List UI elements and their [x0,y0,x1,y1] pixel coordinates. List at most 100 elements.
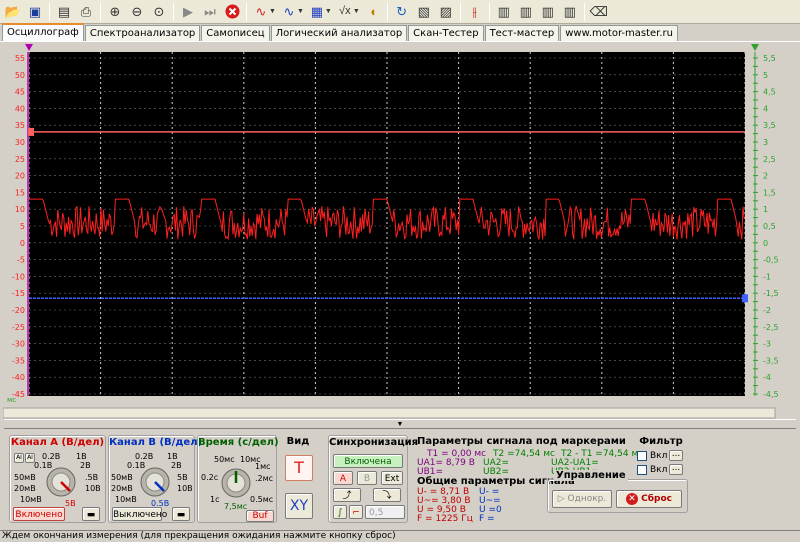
step-icon[interactable]: ⏭ [200,2,220,22]
channel-b-frequency: F = [479,514,495,524]
frame2-icon[interactable]: ▥ [516,2,536,22]
oscilloscope-screen[interactable]: 55 5,550 545 4,540 435 3,530 325 2,520 215 1,510 1… [3,44,796,420]
channel-b-title: Канал B (В/дел) [109,437,203,448]
play-icon[interactable]: ▶ [178,2,198,22]
tab-5[interactable]: Тест-мастер [484,25,560,41]
left-axis-tick-label: -25 [12,323,25,332]
zoom-fit-icon[interactable]: ⊙ [149,2,169,22]
right-axis-tick-label: -1 [763,272,771,281]
filter-b-checkbox[interactable] [637,465,647,475]
tab-4[interactable]: Скан-Тестер [408,25,484,41]
dropdown-arrow-icon[interactable]: ▼ [353,8,360,15]
wave-a-icon[interactable]: ∿ [251,2,271,22]
channel-b-knob[interactable] [139,466,171,498]
save-icon[interactable]: ▣ [25,2,45,22]
toolbar-separator [246,2,247,21]
timebase-group: Время (с/дел) 50мс 10мс 0.2с 1мс .2мс 1с… [197,435,279,523]
marker-icon[interactable]: ⫲ [465,2,485,22]
right-axis-tick-label: -1,5 [763,289,779,298]
channel-b-label: 5В [177,473,188,482]
channel-a-mode-1[interactable]: AI [14,453,24,463]
right-axis-tick-label: 5,5 [763,54,776,63]
zoom-in-icon[interactable]: ⊕ [105,2,125,22]
dropdown-arrow-icon[interactable]: ▼ [325,8,332,15]
open-icon[interactable]: 📂 [3,2,23,22]
timebase-knob[interactable] [220,467,252,499]
channel-a-knob[interactable] [45,466,77,498]
tab-0[interactable]: Осциллограф [2,23,84,41]
falling-edge-button[interactable]: ⤵ [373,488,401,502]
stop-icon[interactable] [222,2,242,22]
sync-source-a-button[interactable]: A [333,471,353,485]
general-params-group: Общие параметры сигнала U- = 8,71 В U~= … [413,476,575,524]
channel-b-minus-button[interactable]: ▬ [172,507,190,521]
frame4-icon[interactable]: ▥ [560,2,580,22]
time-marker-b-icon[interactable] [751,44,759,51]
frame3-icon[interactable]: ▥ [538,2,558,22]
tab-1[interactable]: Спектроанализатор [84,25,201,41]
dropdown-arrow-icon[interactable]: ▼ [297,8,304,15]
channel-a-frequency: F = 1225 Гц [417,514,473,524]
control-panel: Канал A (В/дел) AI AI 0.2В 1В 0.1В 2В 50… [0,430,800,530]
right-axis-tick-label: 4 [763,104,768,113]
channel-a-enable-button[interactable]: Включено [13,507,65,521]
channel-b-label: 50мВ [111,473,133,482]
filter-a-checkbox[interactable] [637,451,647,461]
channel-a-title: Канал A (В/дел) [10,437,105,448]
channel-settings-icon[interactable]: ▦ [307,2,327,22]
filter-b-settings-button[interactable]: ... [669,464,683,475]
right-axis-tick-label: 3 [763,138,768,147]
sync-level-input[interactable]: 0,5 [365,505,405,519]
eraser-icon[interactable]: ⌫ [589,2,609,22]
single-shot-button[interactable]: ▷ Однокр. [552,490,612,508]
filter-a-settings-button[interactable]: ... [669,450,683,461]
image-icon[interactable]: ▧ [414,2,434,22]
clipboard-icon[interactable]: ▨ [436,2,456,22]
refresh-icon[interactable]: ↻ [392,2,412,22]
left-axis-tick-label: -15 [12,289,25,298]
frame1-icon[interactable]: ▥ [494,2,514,22]
sync-mode-icon[interactable]: ∫ [333,505,347,519]
horizontal-scrollbar[interactable] [3,407,776,419]
toolbar-separator [173,2,174,21]
tab-bar: Осциллограф Спектроанализатор Самописец Лог… [0,23,800,42]
cursor-b-handle[interactable] [742,294,748,303]
tab-6[interactable]: www.motor-master.ru [560,25,678,41]
channel-b-enable-button[interactable]: Выключено [112,507,167,521]
right-axis-tick-label: 2,5 [763,155,776,164]
left-axis-tick-label: -40 [12,373,25,382]
tab-3[interactable]: Логический анализатор [270,25,408,41]
channel-b-group: Канал B (В/дел) 0.2В 1В 0.1В 2В 50мВ 5В … [108,435,203,523]
reset-button[interactable]: ✕ Сброс [616,490,682,508]
sync-source-ext-button[interactable]: Ext [381,471,403,485]
sqrt-icon[interactable]: √x [335,2,355,22]
print-preview-icon[interactable]: ▤ [54,2,74,22]
tab-2[interactable]: Самописец [201,25,270,41]
toolbar-separator [488,2,490,21]
channel-a-label: 0.2В [42,452,61,461]
time-view-button[interactable]: T [285,455,313,481]
time-marker-a-icon[interactable] [25,44,33,51]
sync-enable-button[interactable]: Включена [333,454,403,468]
timebase-label: 0.2с [201,473,219,482]
single-shot-label: Однокр. [567,494,607,504]
wave-b-icon[interactable]: ∿ [279,2,299,22]
zoom-out-icon[interactable]: ⊖ [127,2,147,22]
sync-mode-icon[interactable]: ⌐ [349,505,363,519]
rising-edge-button[interactable]: ⤴ [333,488,361,502]
sync-source-b-button[interactable]: B [357,471,377,485]
panel-splitter[interactable]: ▼ [4,419,796,429]
right-axis-tick-label: 0 [763,239,768,248]
left-axis-tick-label: 40 [15,104,25,113]
cursor-a-handle[interactable] [28,127,34,136]
dropdown-arrow-icon[interactable]: ▼ [269,8,276,15]
channel-a-label: 1В [76,452,87,461]
channel-a-minus-button[interactable]: ▬ [82,507,100,521]
right-axis-tick-label: 1 [763,205,768,214]
reset-label: Сброс [641,494,672,504]
sound-icon[interactable]: ◖ [363,2,383,22]
xy-view-button[interactable]: XY [285,493,313,519]
print-icon[interactable]: ⎙ [76,2,96,22]
filter-a-label: Вкл [650,451,668,461]
buffer-button[interactable]: Buf [246,510,274,522]
